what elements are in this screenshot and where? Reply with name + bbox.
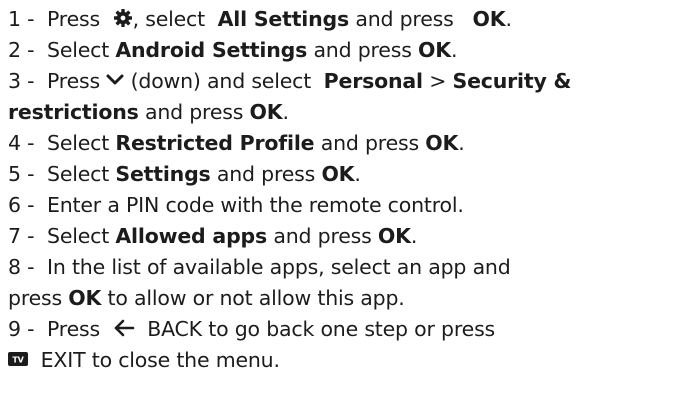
punctuation: . (410, 224, 418, 248)
step-number: 6 - (8, 193, 35, 217)
menu-term: Restricted Profile (115, 131, 315, 155)
key-term: OK (249, 100, 283, 124)
step-number: 9 - (8, 317, 35, 341)
step-text: Select (47, 38, 110, 62)
svg-text:TV: TV (12, 355, 24, 364)
step-1: 1 - Press , select All Settings and pres… (8, 4, 700, 35)
step-text: Press (47, 69, 100, 93)
menu-term: Personal (323, 69, 423, 93)
step-3: 3 - Press (down) and select Personal > S… (8, 66, 700, 97)
step-9: 9 - Press BACK to go back one step or pr… (8, 314, 700, 345)
step-text: Select (47, 131, 110, 155)
step-number: 8 - (8, 255, 35, 279)
menu-term: All Settings (217, 7, 350, 31)
step-number: 7 - (8, 224, 35, 248)
key-term: OK (321, 162, 355, 186)
step-text: Press (47, 7, 100, 31)
step-text: to close the menu. (91, 348, 280, 372)
step-text: Press (47, 317, 100, 341)
step-number: 3 - (8, 69, 35, 93)
step-text: Select (47, 224, 110, 248)
step-number: 1 - (8, 7, 35, 31)
step-text: and press (313, 38, 412, 62)
key-term: OK (68, 286, 102, 310)
step-text: and press (144, 100, 244, 124)
step-number: 2 - (8, 38, 35, 62)
punctuation: . (458, 131, 465, 155)
step-text: Enter a PIN code with the remote control… (47, 193, 464, 217)
step-6: 6 - Enter a PIN code with the remote con… (8, 190, 700, 221)
punctuation: . (505, 7, 512, 31)
key-term: OK (472, 7, 506, 31)
step-number: 5 - (8, 162, 35, 186)
step-text: press (8, 286, 62, 310)
key-term: BACK (147, 317, 202, 341)
punctuation: . (450, 38, 458, 62)
gear-icon (113, 8, 133, 28)
menu-term: Android Settings (115, 38, 308, 62)
instructions-document: 1 - Press , select All Settings and pres… (0, 0, 700, 399)
chevron-down-icon (106, 73, 124, 87)
step-text: (down) and select (130, 69, 312, 93)
step-7: 7 - Select Allowed apps and press OK. (8, 221, 700, 252)
key-term: OK (418, 38, 451, 62)
step-9-continued: TV EXIT to close the menu. (8, 345, 700, 377)
step-text: In the list of available apps, select an… (47, 255, 511, 279)
step-4: 4 - Select Restricted Profile and press … (8, 128, 700, 159)
key-term: EXIT (40, 348, 86, 372)
step-2: 2 - Select Android Settings and press OK… (8, 35, 700, 66)
menu-term: Security & (452, 69, 572, 93)
menu-term: restrictions (8, 100, 139, 124)
step-text: and press (320, 131, 419, 155)
step-text: and press (273, 224, 372, 248)
key-term: OK (425, 131, 459, 155)
key-term: OK (377, 224, 411, 248)
back-arrow-icon (113, 319, 135, 337)
tv-icon: TV (8, 344, 28, 375)
step-text: to go back one step or press (208, 317, 496, 341)
step-8-continued: press OK to allow or not allow this app. (8, 283, 700, 314)
step-text: to allow or not allow this app. (107, 286, 405, 310)
menu-term: Settings (115, 162, 211, 186)
step-text: , select (132, 7, 206, 31)
step-text: and press (355, 7, 454, 31)
step-text: > (429, 69, 447, 93)
step-text: Select (47, 162, 110, 186)
step-3-continued: restrictions and press OK. (8, 97, 700, 128)
menu-term: Allowed apps (115, 224, 268, 248)
punctuation: . (282, 100, 289, 124)
step-number: 4 - (8, 131, 35, 155)
punctuation: . (354, 162, 361, 186)
step-5: 5 - Select Settings and press OK. (8, 159, 700, 190)
step-8: 8 - In the list of available apps, selec… (8, 252, 700, 283)
step-text: and press (216, 162, 316, 186)
